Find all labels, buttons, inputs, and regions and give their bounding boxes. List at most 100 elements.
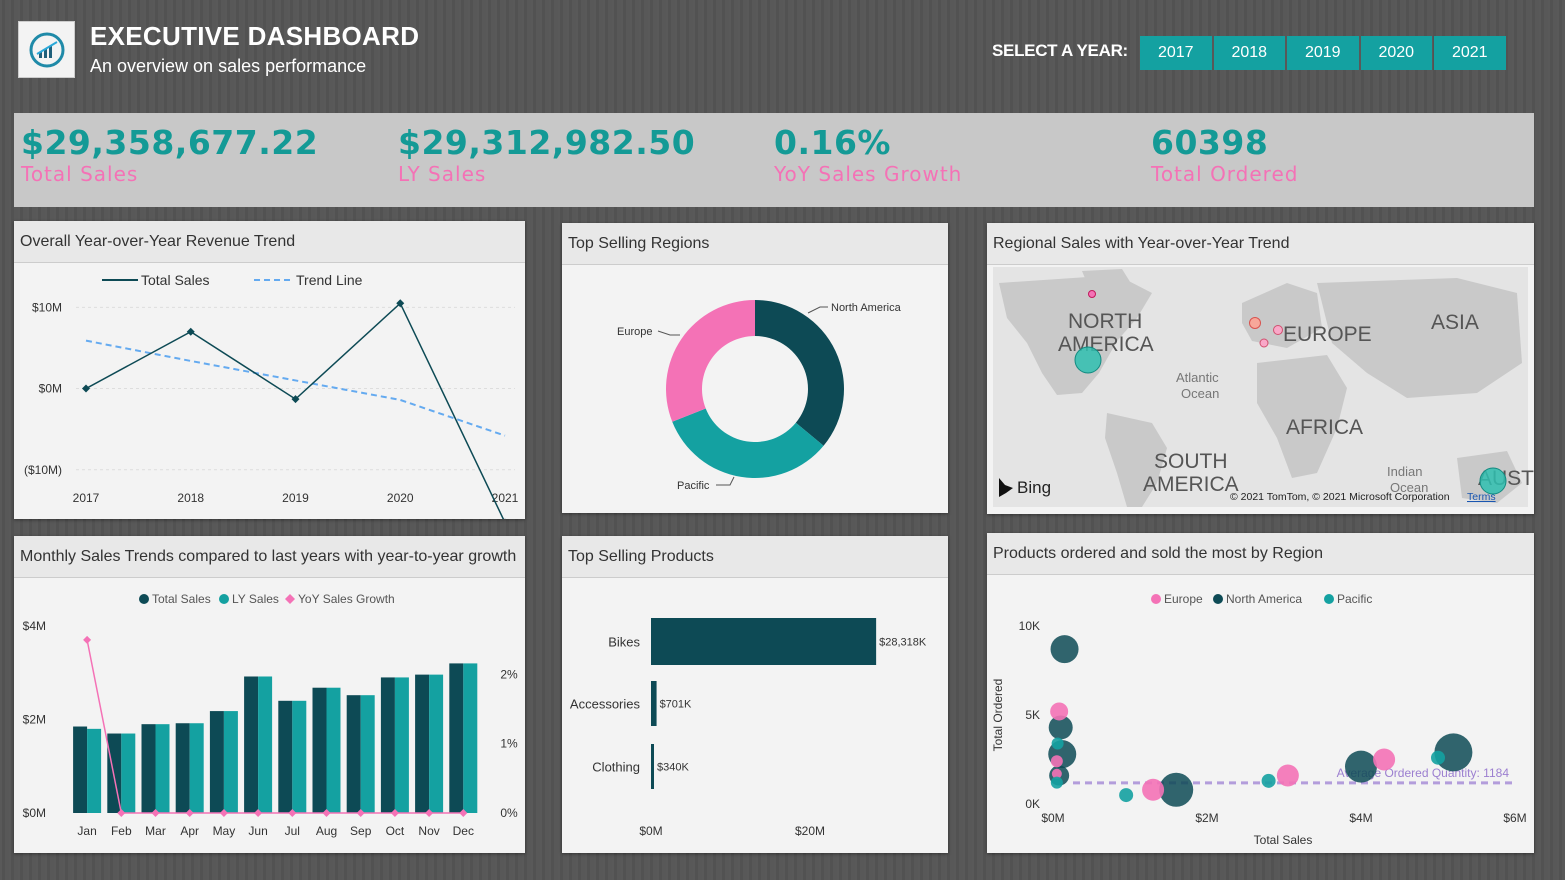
- x-tick-label: $0M: [1041, 811, 1064, 825]
- slice-label: Pacific: [677, 480, 710, 492]
- kpi-value: 60398: [1151, 123, 1269, 162]
- chart-logo-icon: [29, 32, 64, 67]
- scatter-point: [1276, 764, 1299, 787]
- bar-total-sales: [278, 700, 293, 813]
- products-panel[interactable]: Bikes $28,318K Accessories $701K Clothing $34…: [562, 536, 948, 853]
- map-label: SOUTH: [1154, 450, 1228, 473]
- bar-total-sales: [312, 687, 327, 813]
- bar-ly-sales: [223, 711, 238, 813]
- map-bubble-europe[interactable]: [1273, 325, 1283, 335]
- scatter-point: [1119, 788, 1134, 803]
- bar-total-sales: [449, 663, 464, 813]
- x-tick-label: Apr: [180, 824, 199, 838]
- x-tick-label: Aug: [316, 824, 337, 838]
- panel-title: Products ordered and sold the most by Re…: [987, 533, 1534, 575]
- bing-logo-icon: [999, 478, 1013, 497]
- scatter-point: [1050, 702, 1069, 721]
- monthly-combo-chart[interactable]: $0M $2M $4M 0% 1% 2% Jan Feb Mar Apr May Jun Jul Aug S…: [14, 536, 525, 853]
- y-tick-label: $0M: [39, 382, 62, 396]
- year-button-2020[interactable]: 2020: [1360, 36, 1432, 70]
- x-tick-label: Dec: [453, 824, 474, 838]
- data-label: $701K: [660, 699, 692, 711]
- yoy-line-chart[interactable]: $10M$0M($10M)2017 2018 2019 2020 2021Total S…: [14, 221, 525, 519]
- y-tick-label: $10M: [32, 300, 62, 314]
- map-bubble-europe[interactable]: [1259, 338, 1269, 348]
- y2-tick-label: 1%: [500, 737, 518, 751]
- y-tick-label: $0M: [23, 806, 46, 820]
- map-label: Ocean: [1390, 480, 1428, 495]
- leader-line: [807, 306, 828, 314]
- x-tick-label: $2M: [1195, 811, 1218, 825]
- data-label: $28,318K: [879, 637, 927, 649]
- x-tick-label: $4M: [1349, 811, 1372, 825]
- legend-label: YoY Sales Growth: [298, 592, 395, 606]
- x-tick-label: Feb: [111, 824, 132, 838]
- y-tick-label: $2M: [23, 713, 46, 727]
- x-tick-label: May: [213, 824, 236, 838]
- map-panel[interactable]: Regional Sales with Year-over-Year Trend…: [987, 223, 1534, 514]
- map-bubble-pacific[interactable]: [1479, 467, 1507, 495]
- kpi-total-ordered: 60398 Total Ordered: [1151, 123, 1298, 186]
- map-terms-link[interactable]: Terms: [1467, 491, 1496, 503]
- bar-total-sales: [73, 726, 88, 813]
- regions-donut-chart[interactable]: North America Europe Pacific: [562, 223, 948, 513]
- product-bar: [651, 681, 657, 726]
- map-label: Indian: [1387, 464, 1422, 479]
- scatter-chart[interactable]: $0M $2M $4M $6M 0K 5K 10K Total Sales Total Orde…: [987, 533, 1534, 853]
- page-subtitle: An overview on sales performance: [90, 56, 367, 76]
- bar-ly-sales: [258, 676, 273, 813]
- bar-ly-sales: [360, 695, 375, 813]
- panel-title: Regional Sales with Year-over-Year Trend: [987, 223, 1534, 265]
- kpi-label: Total Sales: [21, 162, 139, 186]
- x-tick-label: Mar: [145, 824, 166, 838]
- year-button-2019[interactable]: 2019: [1287, 36, 1359, 70]
- bar-total-sales: [380, 677, 395, 813]
- series-line-total-sales: [85, 302, 505, 519]
- map-label: NORTH: [1068, 310, 1142, 333]
- y2-tick-label: 2%: [500, 667, 518, 681]
- regions-panel[interactable]: North America Europe Pacific Top Selling R…: [562, 223, 948, 513]
- year-button-2021[interactable]: 2021: [1434, 36, 1506, 70]
- year-button-2017[interactable]: 2017: [1140, 36, 1212, 70]
- category-label: Bikes: [608, 635, 640, 650]
- bar-total-sales: [141, 724, 156, 813]
- bar-total-sales: [244, 676, 259, 813]
- monthly-panel[interactable]: $0M $2M $4M 0% 1% 2% Jan Feb Mar Apr May Jun Jul Aug S…: [14, 536, 525, 853]
- leader-line: [657, 330, 680, 336]
- legend-label: North America: [1226, 592, 1302, 606]
- year-button-2018[interactable]: 2018: [1213, 36, 1285, 70]
- world-map[interactable]: NORTH AMERICA EUROPE ASIA AFRICA SOUTH A…: [987, 223, 1534, 514]
- slice-label: North America: [831, 302, 902, 314]
- products-bar-chart[interactable]: Bikes $28,318K Accessories $701K Clothing $34…: [562, 536, 948, 853]
- bar-ly-sales: [87, 728, 102, 813]
- product-bar: [651, 618, 877, 665]
- panel-title: Monthly Sales Trends compared to last ye…: [14, 536, 525, 578]
- map-bubble-europe[interactable]: [1249, 317, 1261, 329]
- x-tick-label: 2019: [282, 491, 309, 505]
- map-label: ASIA: [1431, 311, 1479, 334]
- kpi-label: YoY Sales Growth: [774, 162, 963, 186]
- scatter-point: [1050, 635, 1079, 664]
- yoy-trend-panel[interactable]: $10M $0M ($10M) 2017 2018 2019 2020 2021 Total S…: [14, 221, 525, 519]
- data-point: [82, 384, 90, 393]
- map-copyright: © 2021 TomTom, © 2021 Microsoft Corporat…: [1230, 491, 1450, 503]
- x-tick-label: Nov: [418, 824, 439, 838]
- category-label: Clothing: [592, 760, 640, 775]
- map-bubble-europe[interactable]: [1088, 290, 1096, 298]
- bar-ly-sales: [429, 674, 444, 813]
- y-tick-label: ($10M): [24, 463, 62, 477]
- map-label: EUROPE: [1283, 323, 1372, 346]
- legend-marker: [139, 594, 149, 604]
- bar-ly-sales: [394, 677, 409, 813]
- data-label: $340K: [657, 762, 689, 774]
- map-bubble-north-america[interactable]: [1074, 346, 1102, 374]
- bar-total-sales: [346, 695, 361, 813]
- y-tick-label: 10K: [1019, 619, 1040, 633]
- scatter-panel[interactable]: $0M $2M $4M $6M 0K 5K 10K Total Sales Total Orde…: [987, 533, 1534, 853]
- y-axis-label: Total Ordered: [991, 679, 1005, 752]
- x-tick-label: Jun: [248, 824, 267, 838]
- scatter-point: [1142, 778, 1165, 801]
- scatter-point: [1261, 773, 1276, 788]
- x-tick-label: Jan: [77, 824, 96, 838]
- bar-total-sales: [209, 711, 224, 813]
